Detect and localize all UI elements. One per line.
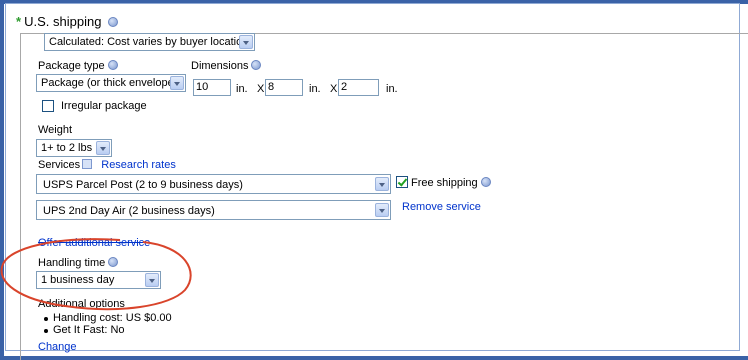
- help-icon[interactable]: [107, 17, 118, 27]
- irregular-package-label: Irregular package: [61, 100, 147, 112]
- help-icon[interactable]: [480, 177, 491, 187]
- dimensions-label-row: Dimensions: [191, 60, 262, 72]
- research-rates-link[interactable]: Research rates: [101, 159, 176, 171]
- help-icon[interactable]: [107, 60, 118, 70]
- remove-service-link[interactable]: Remove service: [402, 201, 481, 213]
- handling-time-label: Handling time: [38, 257, 106, 269]
- bullet: [44, 317, 48, 321]
- width-input[interactable]: 8: [265, 79, 303, 96]
- length-unit: in.: [236, 83, 248, 95]
- width-unit: in.: [309, 83, 321, 95]
- chevron-down-icon: [239, 35, 253, 49]
- service-2-value: UPS 2nd Day Air (2 business days): [43, 205, 215, 217]
- weight-value: 1+ to 2 lbs: [41, 142, 93, 154]
- package-type-value: Package (or thick envelope): [41, 77, 178, 89]
- times-sign: X: [257, 83, 265, 95]
- length-input[interactable]: 10: [193, 79, 231, 96]
- free-shipping-label-row: Free shipping: [411, 177, 491, 189]
- cost-type-value: Calculated: Cost varies by buyer locatio…: [49, 36, 249, 48]
- handling-label-row: Handling time: [38, 257, 119, 269]
- dimensions-label: Dimensions: [191, 60, 249, 72]
- package-type-label: Package type: [38, 60, 105, 72]
- free-shipping-label: Free shipping: [411, 177, 478, 189]
- chevron-down-icon: [375, 203, 389, 217]
- help-icon[interactable]: [108, 257, 119, 267]
- cost-type-select[interactable]: Calculated: Cost varies by buyer locatio…: [44, 33, 255, 51]
- change-link[interactable]: Change: [38, 341, 77, 353]
- service-1-select[interactable]: USPS Parcel Post (2 to 9 business days): [36, 174, 391, 194]
- free-shipping-checkbox[interactable]: [396, 176, 408, 188]
- package-type-select[interactable]: Package (or thick envelope): [36, 74, 186, 92]
- handling-time-value: 1 business day: [41, 274, 115, 286]
- bullet: [44, 329, 48, 333]
- required-marker: *: [16, 14, 22, 29]
- height-input[interactable]: 2: [338, 79, 379, 96]
- research-rates-icon[interactable]: [82, 159, 93, 169]
- help-icon[interactable]: [251, 60, 262, 70]
- chevron-down-icon: [145, 273, 159, 287]
- additional-options-label: Additional options: [38, 298, 125, 310]
- services-label-row: Services Research rates: [38, 159, 176, 171]
- section-title: U.S. shipping: [24, 14, 102, 29]
- chevron-down-icon: [96, 141, 110, 155]
- services-label: Services: [38, 159, 81, 171]
- chevron-down-icon: [170, 76, 184, 90]
- handling-cost-text: Handling cost: US $0.00: [53, 312, 172, 324]
- package-type-label-row: Package type: [38, 60, 118, 72]
- chevron-down-icon: [375, 177, 389, 191]
- handling-time-select[interactable]: 1 business day: [36, 271, 161, 289]
- section-header: * U.S. shipping: [16, 14, 118, 29]
- times-sign: X: [330, 83, 338, 95]
- service-2-select[interactable]: UPS 2nd Day Air (2 business days): [36, 200, 391, 220]
- weight-select[interactable]: 1+ to 2 lbs: [36, 139, 112, 157]
- service-1-value: USPS Parcel Post (2 to 9 business days): [43, 179, 243, 191]
- weight-label: Weight: [38, 124, 73, 136]
- irregular-package-checkbox[interactable]: [42, 100, 54, 112]
- offer-additional-service-link[interactable]: Offer additional service: [38, 237, 150, 249]
- get-it-fast-text: Get It Fast: No: [53, 324, 125, 336]
- height-unit: in.: [386, 83, 398, 95]
